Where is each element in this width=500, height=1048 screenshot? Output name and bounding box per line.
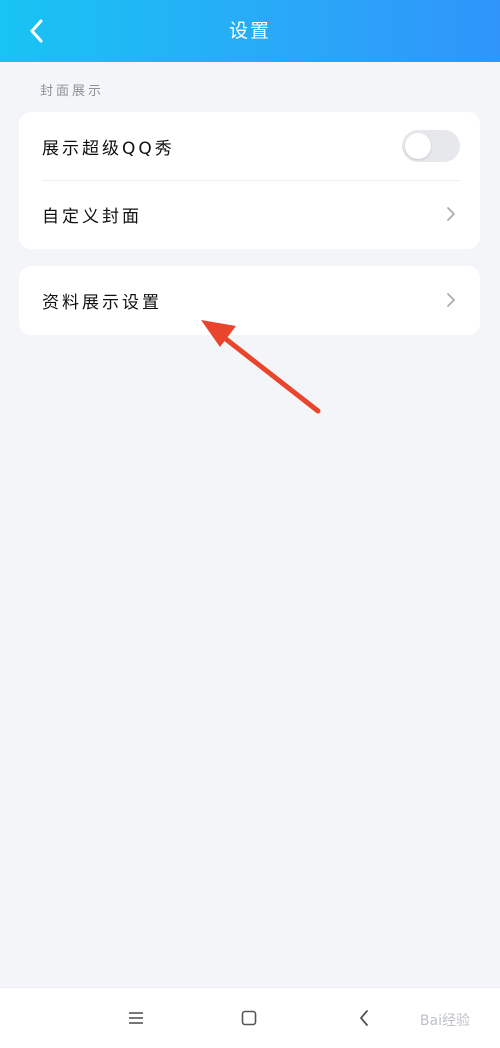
chevron-right-icon	[444, 290, 458, 310]
watermark: Bai经验	[419, 1013, 470, 1029]
section-label-cover: 封面展示	[40, 84, 105, 99]
system-back-button[interactable]	[349, 1004, 379, 1032]
home-square-icon	[241, 1010, 257, 1026]
row-show-super-qq-show[interactable]: 展示超级QQ秀	[19, 112, 480, 180]
back-triangle-icon	[360, 1010, 368, 1026]
row-profile-display-settings[interactable]: 资料展示设置	[19, 266, 480, 334]
settings-screen: 设置 封面展示 展示超级QQ秀 自定义封面 资料展示设置 Bai经验	[0, 0, 500, 1048]
page-title: 设置	[228, 20, 271, 42]
profile-display-card: 资料展示设置	[19, 266, 480, 335]
menu-icon	[129, 1012, 143, 1024]
recent-apps-button[interactable]	[121, 1004, 151, 1032]
row-label-profile-display-settings: 资料展示设置	[42, 292, 162, 313]
toggle-knob	[405, 133, 431, 159]
chevron-right-icon	[444, 204, 458, 224]
row-label-show-super-qq-show: 展示超级QQ秀	[42, 138, 175, 159]
row-custom-cover[interactable]: 自定义封面	[19, 180, 480, 248]
super-qq-show-toggle[interactable]	[402, 130, 460, 162]
cover-settings-card: 展示超级QQ秀 自定义封面	[19, 112, 480, 249]
row-label-custom-cover: 自定义封面	[42, 206, 142, 227]
home-button[interactable]	[234, 1004, 264, 1032]
top-bar: 设置	[0, 0, 500, 62]
system-nav-bar: Bai经验	[0, 987, 500, 1048]
